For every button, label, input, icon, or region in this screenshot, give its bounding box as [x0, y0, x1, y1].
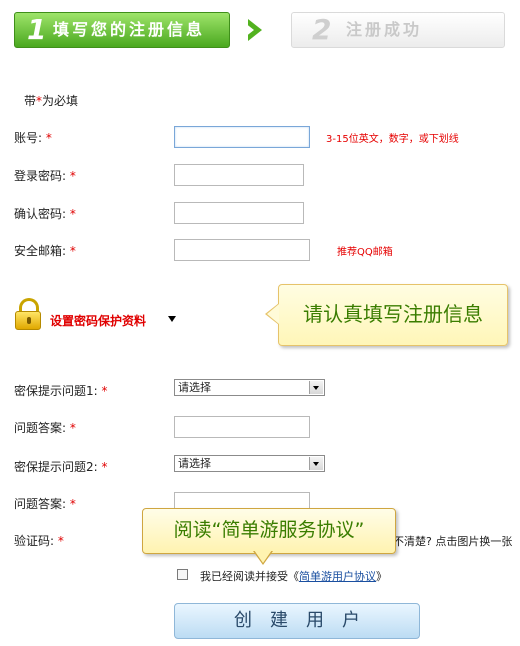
email-input[interactable]: [174, 239, 310, 261]
agreement-link[interactable]: 简单游用户协议: [299, 570, 376, 583]
step-1-label: 填写您的注册信息: [53, 20, 206, 39]
question2-select[interactable]: 请选择: [174, 455, 325, 472]
tooltip-tail-inner: [254, 550, 272, 563]
account-hint: 3-15位英文，数字，或下划线: [326, 134, 459, 145]
required-star: *: [69, 421, 76, 435]
read-agreement-tooltip: 阅读“简单游服务协议”: [142, 508, 396, 554]
step-1-indicator: 1 填写您的注册信息: [14, 12, 230, 48]
confirm-password-label: 确认密码: *: [14, 205, 76, 222]
dropdown-arrow-icon[interactable]: [309, 381, 323, 394]
step-2-label: 注册成功: [346, 20, 423, 39]
account-input[interactable]: [174, 126, 310, 148]
required-note-prefix: 带: [24, 94, 37, 108]
password-label: 登录密码: *: [14, 167, 76, 184]
answer2-label-text: 问题答案:: [14, 497, 67, 511]
agree-prefix: 我已经阅读并接受: [200, 570, 288, 583]
email-label-text: 安全邮箱:: [14, 244, 67, 258]
email-hint: 推荐QQ邮箱: [337, 247, 393, 258]
confirm-label-text: 确认密码:: [14, 207, 67, 221]
required-star: *: [69, 244, 76, 258]
agree-text: 我已经阅读并接受《简单游用户协议》: [200, 568, 387, 584]
question1-select[interactable]: 请选择: [174, 379, 325, 396]
step-2-indicator: 2 注册成功: [291, 12, 505, 48]
required-star: *: [45, 131, 52, 145]
question1-label: 密保提示问题1: *: [14, 382, 108, 399]
agree-bracket-close: 》: [376, 570, 387, 583]
account-label: 账号: *: [14, 129, 52, 146]
agree-checkbox[interactable]: [177, 569, 188, 580]
answer1-label-text: 问题答案:: [14, 421, 67, 435]
required-star: *: [69, 207, 76, 221]
agree-bracket-open: 《: [288, 570, 299, 583]
chevron-down-icon[interactable]: [168, 316, 176, 322]
required-star: *: [101, 460, 108, 474]
tooltip-tail-inner: [267, 304, 279, 324]
email-label: 安全邮箱: *: [14, 242, 76, 259]
create-user-button[interactable]: 创建用户: [174, 603, 420, 639]
step-arrow-cutout: [240, 19, 254, 41]
confirm-password-input[interactable]: [174, 202, 304, 224]
required-star: *: [69, 497, 76, 511]
question1-selected-value: 请选择: [178, 381, 211, 394]
required-note: 带*为必填: [24, 92, 78, 109]
question1-label-text: 密保提示问题1:: [14, 384, 98, 398]
captcha-refresh-hint[interactable]: 不清楚? 点击图片换一张: [393, 533, 512, 549]
answer1-label: 问题答案: *: [14, 419, 76, 436]
question2-label: 密保提示问题2: *: [14, 458, 108, 475]
required-star: *: [57, 534, 64, 548]
step-1-number: 1: [27, 13, 47, 46]
answer1-input[interactable]: [174, 416, 310, 438]
question2-label-text: 密保提示问题2:: [14, 460, 98, 474]
step-2-number: 2: [312, 13, 332, 46]
password-protection-toggle[interactable]: 设置密码保护资料: [50, 312, 146, 329]
captcha-label-text: 验证码:: [14, 534, 55, 548]
question2-selected-value: 请选择: [178, 457, 211, 470]
password-label-text: 登录密码:: [14, 169, 67, 183]
dropdown-arrow-icon[interactable]: [309, 457, 323, 470]
required-note-suffix: 为必填: [42, 94, 79, 108]
required-star: *: [69, 169, 76, 183]
password-input[interactable]: [174, 164, 304, 186]
lock-icon: [15, 298, 41, 332]
captcha-label: 验证码: *: [14, 532, 64, 549]
required-star: *: [101, 384, 108, 398]
fill-info-tooltip: 请认真填写注册信息: [278, 284, 508, 346]
account-label-text: 账号:: [14, 131, 43, 145]
answer2-label: 问题答案: *: [14, 495, 76, 512]
